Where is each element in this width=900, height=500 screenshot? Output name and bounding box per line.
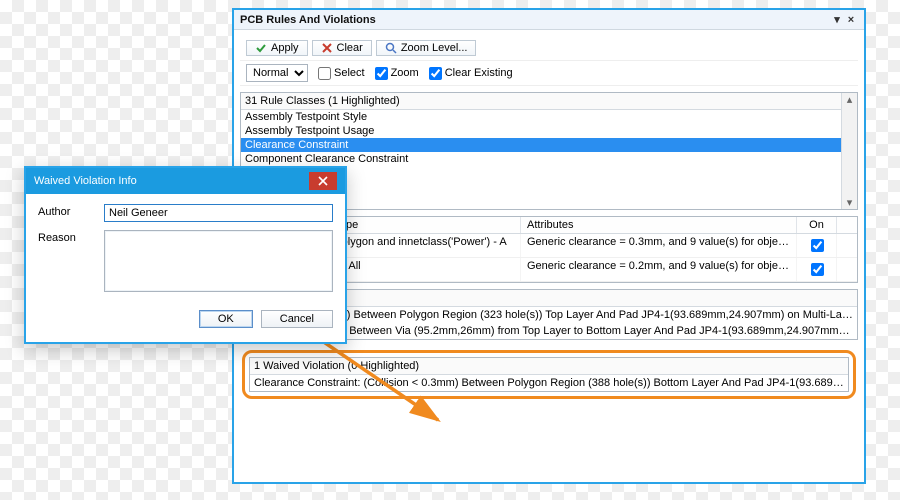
- check-icon: [255, 42, 267, 54]
- scrollbar[interactable]: ▴▾: [841, 93, 857, 209]
- rule-class-row[interactable]: Assembly Testpoint Style: [241, 110, 857, 124]
- apply-button[interactable]: Apply: [246, 40, 308, 56]
- dialog-title: Waived Violation Info: [34, 175, 137, 187]
- waived-highlight-frame: 1 Waived Violation (0 Highlighted) Clear…: [242, 350, 856, 399]
- mode-select[interactable]: Normal: [246, 64, 308, 82]
- clear-existing-checkbox[interactable]: Clear Existing: [429, 67, 513, 80]
- zoom-level-button[interactable]: Zoom Level...: [376, 40, 477, 56]
- col-on[interactable]: On: [797, 217, 837, 233]
- dialog-close-button[interactable]: [309, 172, 337, 190]
- cell-scope: All - All: [321, 258, 521, 281]
- clear-label: Clear: [337, 42, 363, 54]
- clear-icon: [321, 42, 333, 54]
- zoom-level-label: Zoom Level...: [401, 42, 468, 54]
- cell-attributes: Generic clearance = 0.3mm, and 9 value(s…: [521, 234, 797, 257]
- toolbar: Apply Clear Zoom Level...: [240, 36, 858, 61]
- cancel-button[interactable]: Cancel: [261, 310, 333, 328]
- cell-scope: inpolygon and innetclass('Power') - A: [321, 234, 521, 257]
- col-scope[interactable]: Scope: [321, 217, 521, 233]
- author-field[interactable]: [104, 204, 333, 222]
- clear-button[interactable]: Clear: [312, 40, 372, 56]
- cell-on[interactable]: [797, 258, 837, 281]
- rule-classes-header: 31 Rule Classes (1 Highlighted): [241, 93, 857, 110]
- rule-class-row[interactable]: Clearance Constraint: [241, 138, 857, 152]
- panel-title: PCB Rules And Violations: [240, 14, 376, 26]
- reason-field[interactable]: [104, 230, 333, 292]
- apply-label: Apply: [271, 42, 299, 54]
- ok-button[interactable]: OK: [199, 310, 253, 328]
- dialog-title-bar: Waived Violation Info: [26, 168, 345, 194]
- waived-row[interactable]: Clearance Constraint: (Collision < 0.3mm…: [250, 375, 848, 391]
- rule-class-row[interactable]: Assembly Testpoint Usage: [241, 124, 857, 138]
- rule-class-row[interactable]: Component Clearance Constraint: [241, 152, 857, 166]
- close-icon: [318, 176, 328, 186]
- magnifier-icon: [385, 42, 397, 54]
- col-attributes[interactable]: Attributes: [521, 217, 797, 233]
- waived-header: 1 Waived Violation (0 Highlighted): [250, 358, 848, 375]
- dropdown-icon[interactable]: ▾: [830, 13, 844, 27]
- reason-label: Reason: [38, 230, 94, 244]
- cell-on[interactable]: [797, 234, 837, 257]
- select-checkbox[interactable]: Select: [318, 67, 365, 80]
- options-row: Normal Select Zoom Clear Existing: [240, 61, 858, 86]
- waived-violation-info-dialog: Waived Violation Info Author Reason OK C…: [24, 166, 347, 344]
- waived-violations-group: 1 Waived Violation (0 Highlighted) Clear…: [249, 357, 849, 392]
- panel-title-bar: PCB Rules And Violations ▾ ×: [234, 10, 864, 30]
- close-icon[interactable]: ×: [844, 13, 858, 27]
- cell-attributes: Generic clearance = 0.2mm, and 9 value(s…: [521, 258, 797, 281]
- zoom-checkbox[interactable]: Zoom: [375, 67, 419, 80]
- author-label: Author: [38, 204, 94, 218]
